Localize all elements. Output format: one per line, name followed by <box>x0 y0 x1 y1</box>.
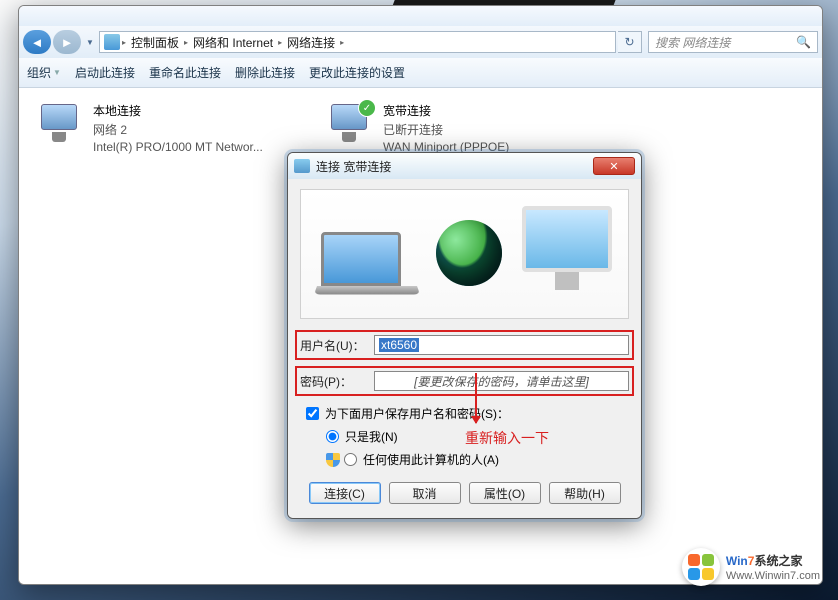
password-input[interactable]: [要更改保存的密码，请单击这里] <box>374 371 629 391</box>
save-credentials-label: 为下面用户保存用户名和密码(S)： <box>325 405 509 422</box>
crumb-control-panel[interactable]: 控制面板 <box>128 34 182 51</box>
nav-history-dropdown[interactable]: ▼ <box>83 30 97 54</box>
search-input[interactable]: 搜索 网络连接 🔍 <box>648 31 818 53</box>
help-button[interactable]: 帮助(H) <box>549 482 621 504</box>
shield-icon <box>326 453 340 467</box>
connection-device: Intel(R) PRO/1000 MT Networ... <box>93 140 263 154</box>
watermark: Win7系统之家 Www.Winwin7.com <box>682 548 820 586</box>
connection-status: 网络 2 <box>93 121 263 138</box>
dialog-icon <box>294 159 310 173</box>
crumb-network-internet[interactable]: 网络和 Internet <box>190 34 276 51</box>
username-row: 用户名(U)： xt6560 <box>298 333 631 357</box>
toolbar: 组织 ▼ 启动此连接 重命名此连接 删除此连接 更改此连接的设置 <box>19 58 822 88</box>
network-adapter-icon: ✓ <box>327 102 375 142</box>
connect-dialog: 连接 宽带连接 ✕ 用户名(U)： xt6560 密码(P)： [要更改保存的密… <box>287 152 642 519</box>
toolbar-change-settings[interactable]: 更改此连接的设置 <box>309 64 405 81</box>
connection-local[interactable]: 本地连接 网络 2 Intel(R) PRO/1000 MT Networ... <box>37 102 297 154</box>
anyone-row: 任何使用此计算机的人(A) <box>326 451 629 468</box>
save-credentials-checkbox[interactable] <box>306 407 319 420</box>
connection-status: 已断开连接 <box>383 121 509 138</box>
address-bar: ◄ ► ▼ ▸ 控制面板 ▸ 网络和 Internet ▸ 网络连接 ▸ ↻ 搜… <box>19 26 822 58</box>
windows-logo-icon <box>682 548 720 586</box>
only-me-label: 只是我(N) <box>345 428 398 445</box>
search-icon: 🔍 <box>796 35 811 49</box>
breadcrumb-box[interactable]: ▸ 控制面板 ▸ 网络和 Internet ▸ 网络连接 ▸ <box>99 31 616 53</box>
save-credentials-row: 为下面用户保存用户名和密码(S)： <box>306 405 629 422</box>
close-button[interactable]: ✕ <box>593 157 635 175</box>
dialog-illustration <box>300 189 629 319</box>
chevron-right-icon: ▸ <box>122 38 126 47</box>
toolbar-start-connection[interactable]: 启动此连接 <box>75 64 135 81</box>
wm-url: Www.Winwin7.com <box>726 570 820 582</box>
toolbar-organize[interactable]: 组织 ▼ <box>27 64 61 81</box>
connect-button[interactable]: 连接(C) <box>309 482 381 504</box>
toolbar-rename-connection[interactable]: 重命名此连接 <box>149 64 221 81</box>
anyone-label: 任何使用此计算机的人(A) <box>363 451 499 468</box>
username-label: 用户名(U)： <box>300 337 374 354</box>
chevron-right-icon: ▸ <box>278 38 282 47</box>
cancel-button[interactable]: 取消 <box>389 482 461 504</box>
only-me-radio[interactable] <box>326 430 339 443</box>
password-label: 密码(P)： <box>300 373 374 390</box>
username-input[interactable]: xt6560 <box>374 335 629 355</box>
globe-icon <box>436 220 502 286</box>
wm-brand-pre: Win <box>726 554 748 568</box>
toolbar-delete-connection[interactable]: 删除此连接 <box>235 64 295 81</box>
connection-name: 本地连接 <box>93 102 263 119</box>
forward-button[interactable]: ► <box>53 30 81 54</box>
search-placeholder: 搜索 网络连接 <box>655 34 730 51</box>
connection-name: 宽带连接 <box>383 102 509 119</box>
check-badge-icon: ✓ <box>359 100 375 116</box>
location-icon <box>104 34 120 50</box>
connection-broadband[interactable]: ✓ 宽带连接 已断开连接 WAN Miniport (PPPOE) <box>327 102 587 154</box>
back-button[interactable]: ◄ <box>23 30 51 54</box>
properties-button[interactable]: 属性(O) <box>469 482 541 504</box>
dialog-title: 连接 宽带连接 <box>316 158 593 175</box>
wm-brand-post: 系统之家 <box>754 554 802 568</box>
dialog-titlebar: 连接 宽带连接 ✕ <box>288 153 641 179</box>
annotation-text: 重新输入一下 <box>465 428 549 448</box>
chevron-right-icon: ▸ <box>184 38 188 47</box>
password-row: 密码(P)： [要更改保存的密码，请单击这里] <box>298 369 631 393</box>
dialog-button-row: 连接(C) 取消 属性(O) 帮助(H) <box>300 482 629 504</box>
chevron-right-icon: ▸ <box>340 38 344 47</box>
crumb-network-connections[interactable]: 网络连接 <box>284 34 338 51</box>
network-adapter-icon <box>37 102 85 142</box>
refresh-button[interactable]: ↻ <box>618 31 642 53</box>
annotation-arrow <box>475 373 477 423</box>
anyone-radio[interactable] <box>344 453 357 466</box>
titlebar <box>19 6 822 26</box>
